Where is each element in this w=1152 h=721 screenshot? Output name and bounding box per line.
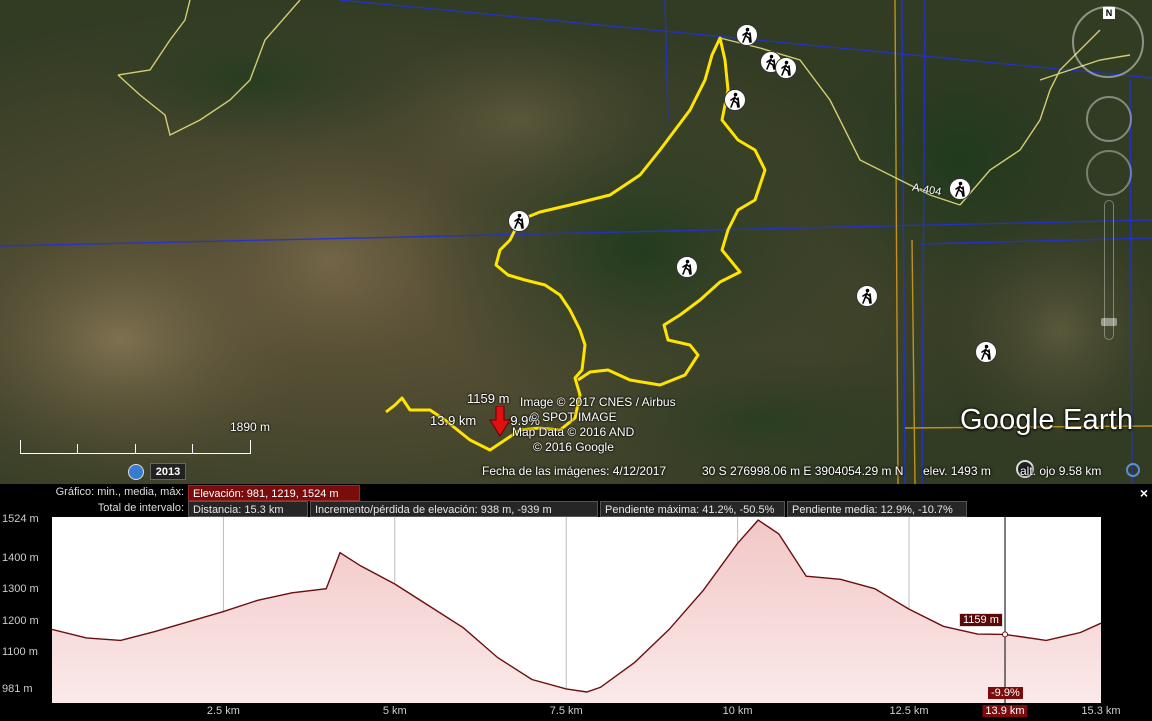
eye-altitude: alt. ojo 9.58 km (1020, 464, 1102, 478)
y-tick-label: 1300 m (2, 583, 39, 596)
google-earth-logo: Google Earth (960, 404, 1134, 436)
move-joystick[interactable] (1086, 150, 1132, 196)
scale-bar (20, 440, 251, 454)
scale-bar-label: 1890 m (230, 420, 271, 434)
y-tick-label: 1200 m (2, 614, 39, 627)
y-tick-label: 1100 m (2, 645, 38, 658)
tour-icon[interactable] (1126, 463, 1140, 477)
cursor-point (1002, 631, 1009, 638)
zoom-slider-handle[interactable] (1101, 318, 1117, 326)
hiker-placemark-icon[interactable] (949, 178, 971, 200)
marker-distance: 13.9 km (430, 413, 477, 428)
x-tick-label: 13.9 km (982, 705, 1028, 717)
range-summary-row: Total de intervalo: Distancia: 15.3 km I… (0, 501, 1130, 517)
cursor-coordinates: 30 S 276998.06 m E 3904054.29 m N (702, 464, 904, 478)
attribution-line: © SPOT IMAGE (530, 410, 617, 424)
compass-north-label: N (1103, 7, 1115, 19)
x-tick-label: 2.5 km (206, 705, 240, 717)
hiker-placemark-icon[interactable] (975, 341, 997, 363)
elevation-chart[interactable] (52, 517, 1101, 703)
position-marker-arrow-icon (489, 406, 511, 437)
x-tick-label: 12.5 km (889, 705, 929, 717)
attribution-line: Map Data © 2016 AND (512, 425, 635, 439)
hiker-placemark-icon[interactable] (676, 256, 698, 278)
hiker-placemark-icon[interactable] (508, 210, 530, 232)
elevation-tab[interactable]: Elevación: 981, 1219, 1524 m (188, 485, 360, 501)
hiker-placemark-icon[interactable] (736, 24, 758, 46)
attribution-line: Image © 2017 CNES / Airbus (520, 395, 676, 409)
close-button[interactable]: × (1137, 486, 1151, 500)
distance-total: Distancia: 15.3 km (188, 501, 308, 517)
y-tick-label: 1524 m (2, 513, 39, 526)
look-joystick[interactable] (1086, 96, 1132, 142)
cursor-grade-tooltip: -9.9% (988, 687, 1023, 699)
graph-summary-row: Gráfico: min., media, máx: Elevación: 98… (0, 485, 1130, 501)
elevation-gain-loss: Incremento/pérdida de elevación: 938 m, … (310, 501, 598, 517)
cursor-elevation-tooltip: 1159 m (959, 613, 1003, 627)
cursor-elevation: elev. 1493 m (923, 464, 991, 478)
y-tick-label: 1400 m (2, 551, 39, 564)
x-tick-label: 15.3 km (1081, 705, 1121, 717)
map-view[interactable]: N A-404 1159 m 13.9 km -9.9% Image © 201… (0, 0, 1152, 484)
y-tick-label: 981 m (2, 683, 33, 696)
elevation-profile-panel: × Gráfico: min., media, máx: Elevación: … (0, 484, 1152, 721)
max-slope: Pendiente máxima: 41.2%, -50.5% (600, 501, 785, 517)
x-tick-label: 5 km (382, 705, 407, 717)
hiker-placemark-icon[interactable] (856, 285, 878, 307)
status-bar: Fecha de las imágenes: 4/12/2017 30 S 27… (0, 458, 1152, 484)
average-slope: Pendiente media: 12.9%, -10.7% (787, 501, 967, 517)
x-tick-label: 7.5 km (549, 705, 583, 717)
graph-label: Gráfico: min., media, máx: (55, 486, 184, 498)
attribution-line: © 2016 Google (533, 440, 614, 454)
hiker-placemark-icon[interactable] (775, 57, 797, 79)
imagery-date: Fecha de las imágenes: 4/12/2017 (482, 464, 667, 478)
x-tick-label: 10 km (722, 705, 753, 717)
hiker-placemark-icon[interactable] (724, 89, 746, 111)
marker-elevation: 1159 m (467, 391, 510, 406)
